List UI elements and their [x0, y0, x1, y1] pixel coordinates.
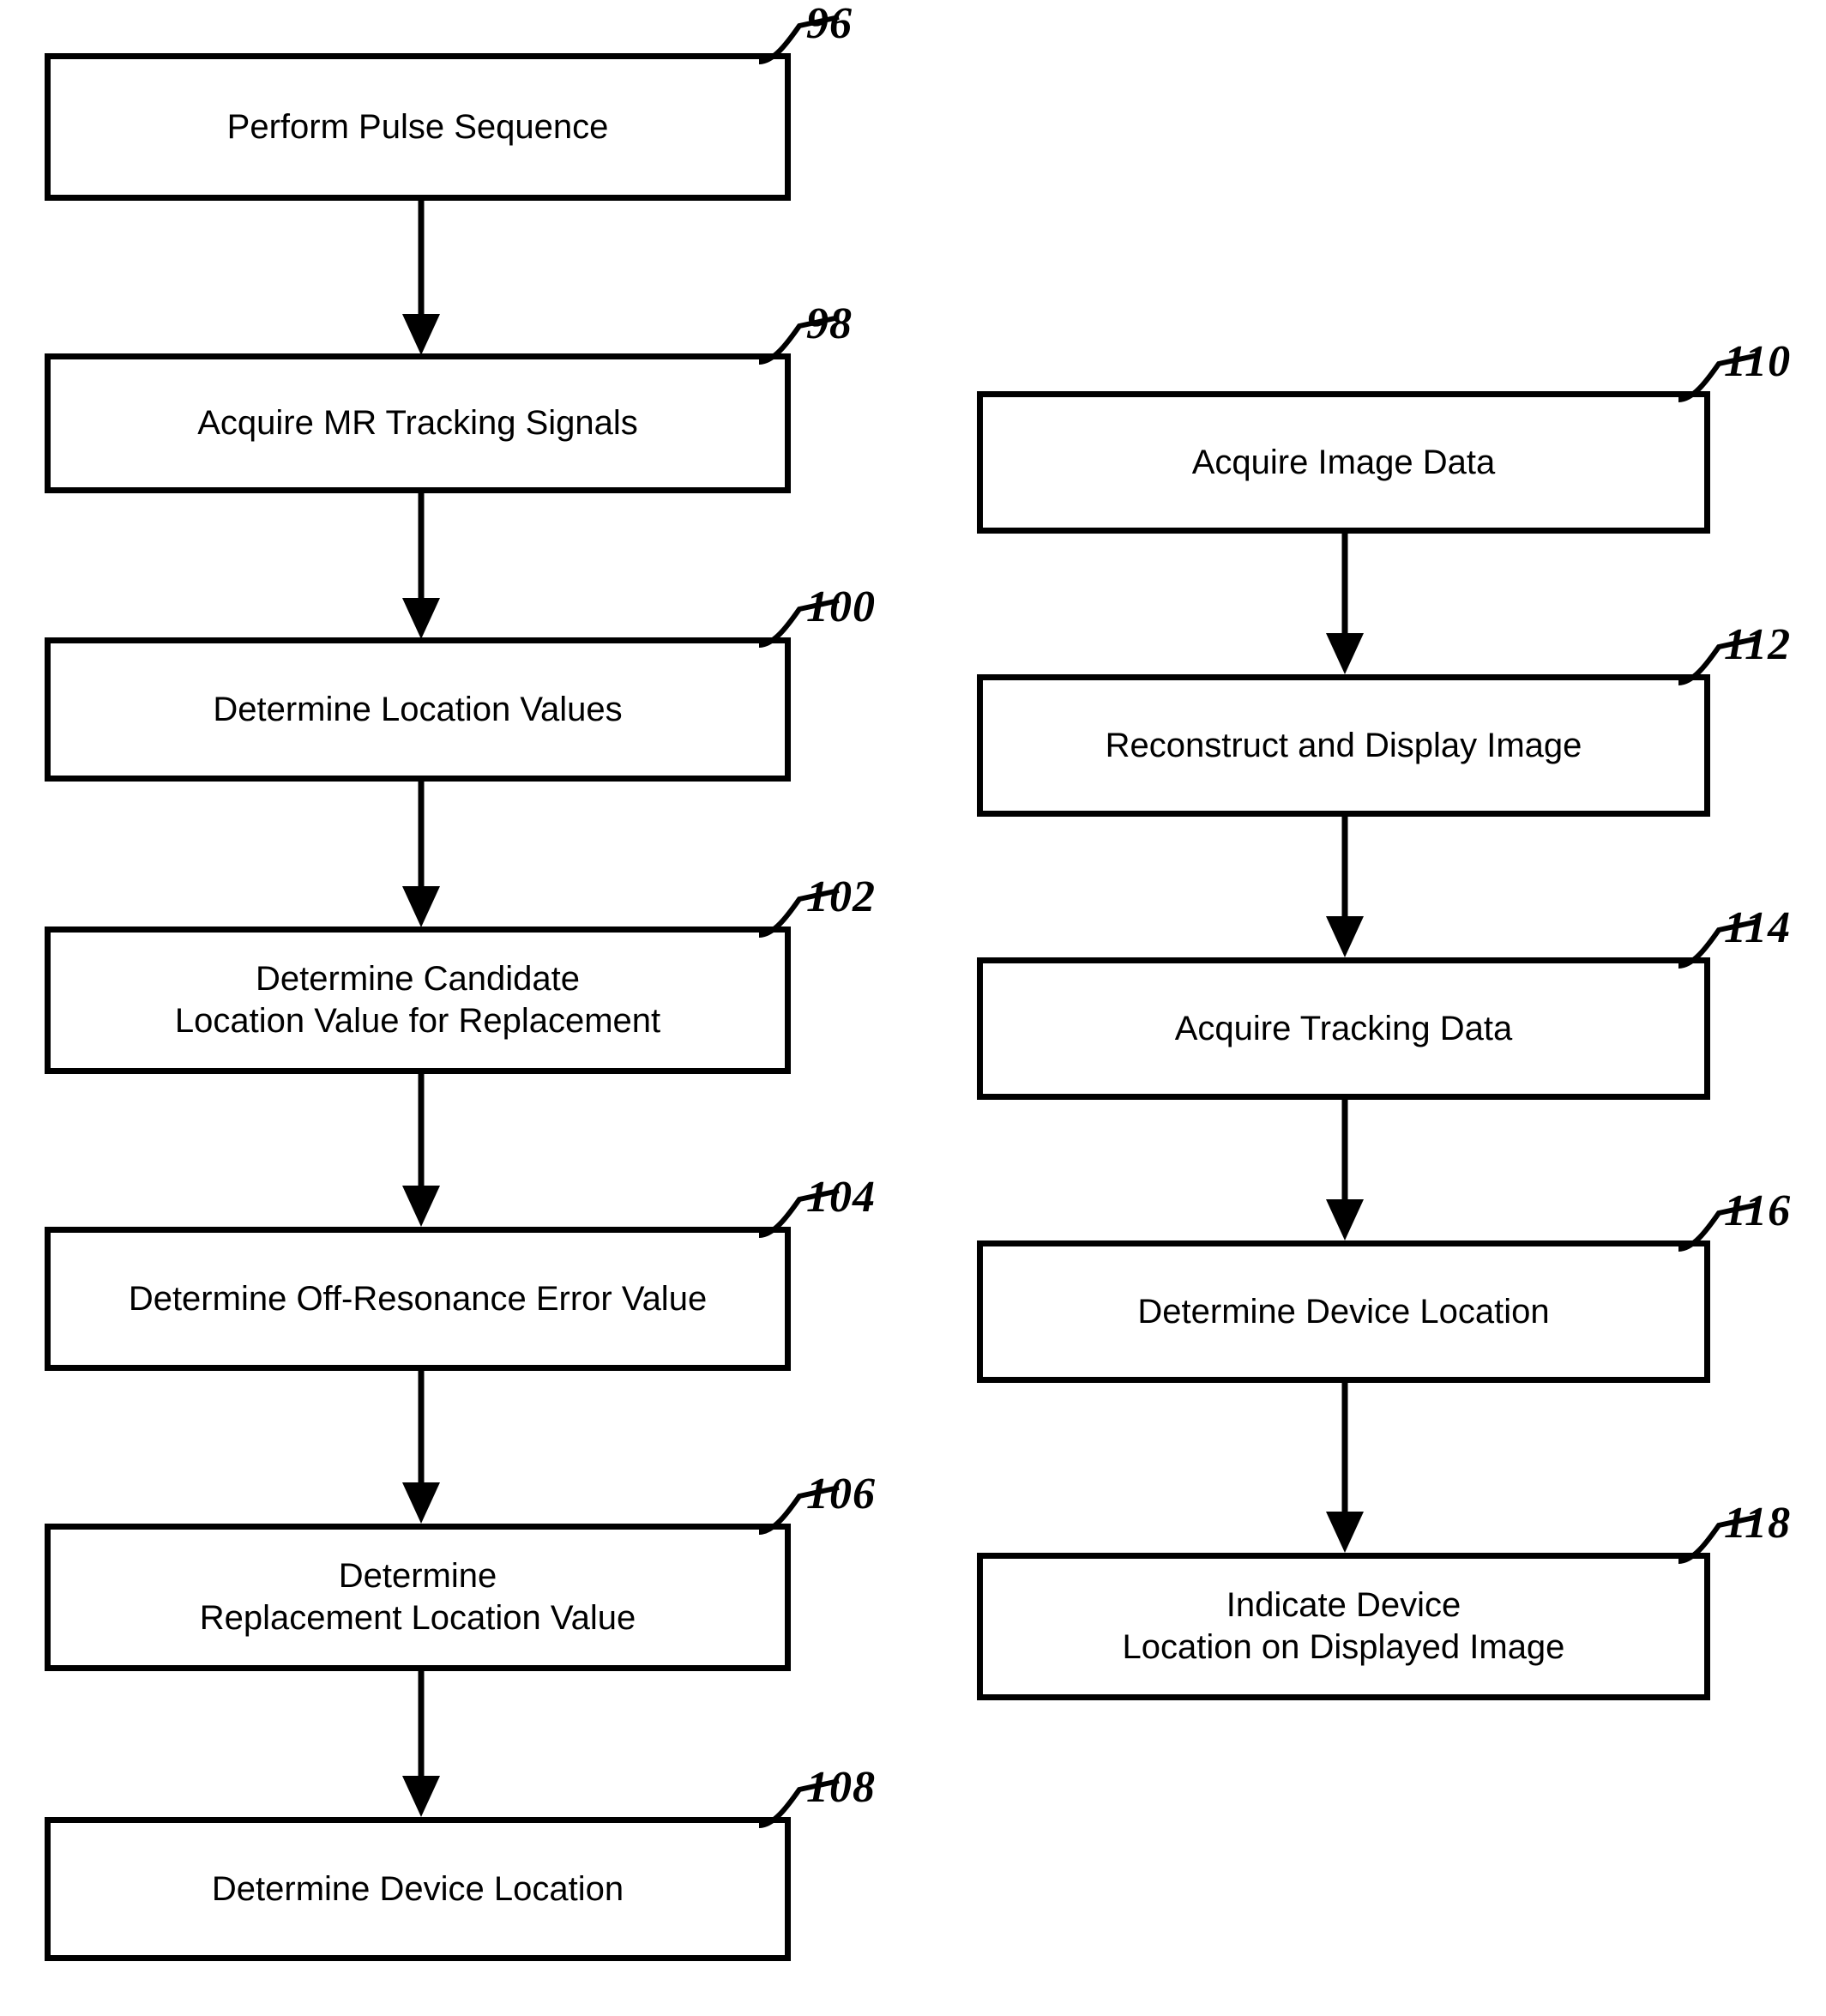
- process-box-112-label: Reconstruct and Display Image: [1105, 726, 1582, 764]
- flow-arrow-112-to-114: [1326, 817, 1364, 957]
- flow-arrow-100-to-102: [402, 782, 440, 927]
- process-box-102-label: Determine Candidate Location Value for R…: [174, 960, 661, 1040]
- process-box-110-label: Acquire Image Data: [1191, 443, 1496, 481]
- flow-arrow-104-to-106: [402, 1371, 440, 1524]
- process-box-112: Reconstruct and Display Image: [977, 674, 1710, 817]
- process-box-116-label: Determine Device Location: [1137, 1292, 1550, 1331]
- process-box-118: Indicate Device Location on Displayed Im…: [977, 1553, 1710, 1700]
- process-box-100: Determine Location Values: [45, 637, 791, 782]
- process-box-96-label: Perform Pulse Sequence: [226, 107, 609, 146]
- flow-arrow-116-to-118: [1326, 1383, 1364, 1553]
- flowchart-canvas: Perform Pulse Sequence 96 Acquire MR Tra…: [0, 0, 1826, 2016]
- reference-number-116: 116: [1724, 1186, 1792, 1235]
- flow-arrow-102-to-104: [402, 1074, 440, 1227]
- reference-number-106: 106: [806, 1470, 876, 1518]
- reference-number-118: 118: [1724, 1499, 1792, 1548]
- flow-arrow-98-to-100: [402, 493, 440, 639]
- process-box-100-label: Determine Location Values: [213, 690, 623, 728]
- flow-arrow-110-to-112: [1326, 534, 1364, 674]
- flow-arrow-96-to-98: [402, 199, 440, 355]
- process-box-98-label: Acquire MR Tracking Signals: [197, 404, 638, 443]
- process-box-108-label: Determine Device Location: [211, 1869, 624, 1908]
- reference-number-102: 102: [806, 872, 876, 921]
- process-box-114: Acquire Tracking Data: [977, 957, 1710, 1100]
- reference-number-112: 112: [1724, 620, 1792, 669]
- flow-arrow-114-to-116: [1326, 1100, 1364, 1240]
- process-box-98: Acquire MR Tracking Signals: [45, 353, 791, 493]
- reference-number-108: 108: [806, 1763, 876, 1812]
- process-box-106: Determine Replacement Location Value: [45, 1524, 791, 1671]
- process-box-104: Determine Off-Resonance Error Value: [45, 1227, 791, 1371]
- reference-number-98: 98: [806, 299, 853, 348]
- process-box-108: Determine Device Location: [45, 1817, 791, 1961]
- process-box-114-label: Acquire Tracking Data: [1174, 1009, 1513, 1047]
- process-box-118-label: Indicate Device Location on Displayed Im…: [1122, 1586, 1565, 1666]
- reference-number-96: 96: [806, 0, 853, 48]
- process-box-106-label: Determine Replacement Location Value: [199, 1557, 636, 1637]
- process-box-96: Perform Pulse Sequence: [45, 53, 791, 201]
- process-box-102: Determine Candidate Location Value for R…: [45, 927, 791, 1074]
- reference-number-110: 110: [1724, 337, 1792, 386]
- flow-arrow-106-to-108: [402, 1671, 440, 1817]
- process-box-104-label: Determine Off-Resonance Error Value: [128, 1279, 708, 1318]
- reference-number-104: 104: [806, 1173, 876, 1222]
- reference-number-100: 100: [806, 582, 876, 631]
- process-box-116: Determine Device Location: [977, 1240, 1710, 1383]
- process-box-110: Acquire Image Data: [977, 391, 1710, 534]
- reference-number-114: 114: [1724, 903, 1792, 952]
